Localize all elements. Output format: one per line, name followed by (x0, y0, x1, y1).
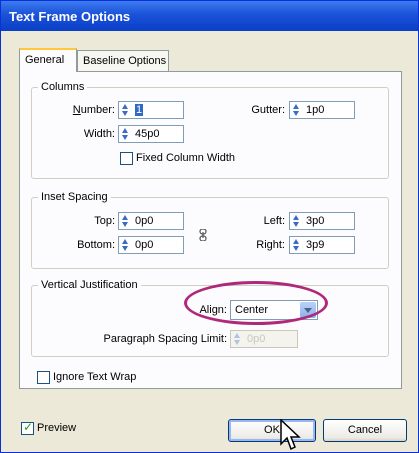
stepper-icon[interactable] (121, 128, 130, 140)
highlight-oval (184, 281, 328, 325)
stepper-icon (233, 333, 242, 345)
paragraph-spacing-limit-label: Paragraph Spacing Limit: (103, 333, 227, 345)
paragraph-spacing-limit-field: 0p0 (230, 330, 298, 348)
top-field[interactable]: 0p0 (118, 212, 184, 230)
stepper-icon[interactable] (121, 215, 130, 227)
right-label: Right: (256, 239, 285, 251)
number-value: 1 (135, 104, 144, 116)
number-label: Number: (72, 104, 115, 116)
left-field[interactable]: 3p0 (289, 212, 355, 230)
left-value: 3p0 (306, 215, 325, 227)
gutter-value: 1p0 (306, 104, 325, 116)
bottom-value: 0p0 (135, 239, 154, 251)
width-field[interactable]: 45p0 (118, 125, 184, 143)
stepper-icon[interactable] (292, 215, 301, 227)
dialog-title: Text Frame Options (1, 1, 418, 31)
ignore-text-wrap-checkbox[interactable] (37, 371, 50, 384)
tab-general[interactable]: General (19, 48, 77, 72)
gutter-field[interactable]: 1p0 (289, 101, 355, 119)
width-label: Width: (83, 128, 115, 140)
gutter-label: Gutter: (251, 104, 285, 116)
chain-link-icon[interactable] (197, 229, 209, 241)
stepper-icon[interactable] (292, 239, 301, 251)
inset-spacing-title: Inset Spacing (41, 191, 108, 203)
ok-button[interactable]: OK (228, 419, 316, 442)
ignore-text-wrap-label: Ignore Text Wrap (53, 371, 137, 383)
top-value: 0p0 (135, 215, 154, 227)
bottom-label: Bottom: (77, 239, 115, 251)
preview-label: Preview (37, 422, 77, 434)
number-field[interactable]: 1 (118, 101, 184, 119)
stepper-icon[interactable] (292, 104, 301, 116)
top-label: Top: (94, 215, 115, 227)
stepper-icon[interactable] (121, 239, 130, 251)
vertical-justification-title: Vertical Justification (41, 279, 138, 291)
paragraph-spacing-limit-value: 0p0 (247, 333, 266, 345)
fixed-column-width-label: Fixed Column Width (136, 152, 236, 164)
left-label: Left: (263, 215, 285, 227)
fixed-column-width-checkbox[interactable] (120, 152, 133, 165)
preview-checkbox[interactable] (21, 420, 34, 435)
inset-spacing-group: Inset Spacing (31, 191, 389, 269)
right-value: 3p9 (306, 239, 325, 251)
right-field[interactable]: 3p9 (289, 236, 355, 254)
text-frame-options-dialog: Text Frame Options General Baseline Opti… (0, 0, 419, 453)
bottom-field[interactable]: 0p0 (118, 236, 184, 254)
mouse-pointer-icon (280, 419, 301, 451)
tab-baseline-options[interactable]: Baseline Options (77, 50, 169, 72)
columns-title: Columns (41, 81, 85, 93)
cancel-button[interactable]: Cancel (323, 419, 407, 442)
width-value: 45p0 (135, 128, 160, 140)
stepper-icon[interactable] (121, 104, 130, 116)
